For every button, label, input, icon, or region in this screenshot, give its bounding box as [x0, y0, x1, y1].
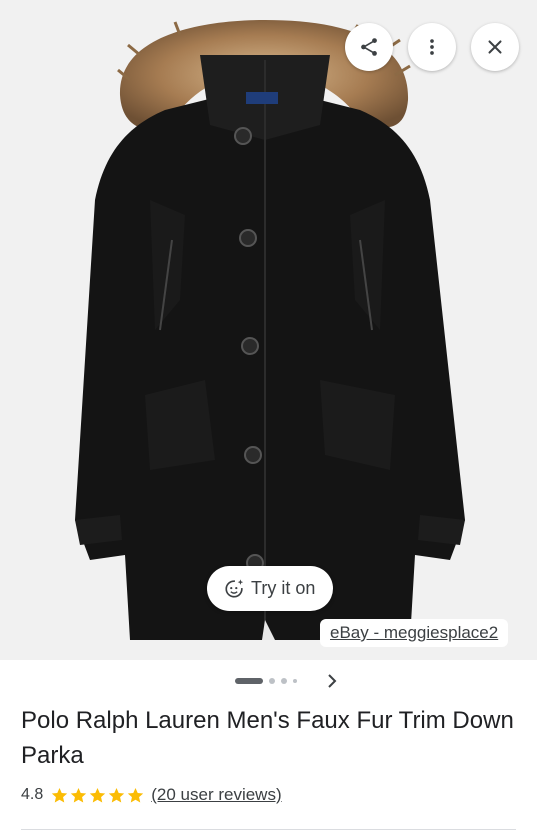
face-sparkle-icon — [225, 578, 244, 598]
carousel-indicator — [235, 677, 303, 685]
user-reviews-link[interactable]: (20 user reviews) — [151, 785, 281, 805]
rating-row: 4.8 (20 user reviews) — [21, 783, 282, 807]
rating-value: 4.8 — [21, 786, 44, 803]
star-icon — [128, 787, 144, 802]
try-it-on-button[interactable]: Try it on — [207, 566, 333, 611]
star-icon — [90, 787, 106, 802]
carousel-dot[interactable] — [293, 679, 297, 683]
carousel-dot-active[interactable] — [235, 678, 263, 684]
product-image-area[interactable]: Try it on eBay - meggiesplace2 — [0, 0, 537, 660]
close-button[interactable] — [471, 23, 519, 71]
close-icon — [488, 40, 502, 54]
try-it-on-label: Try it on — [251, 578, 316, 598]
carousel-dot[interactable] — [269, 678, 275, 684]
star-icon — [71, 787, 87, 802]
carousel-dot[interactable] — [281, 678, 287, 684]
star-icon — [109, 787, 125, 802]
chevron-right-icon[interactable] — [322, 671, 342, 691]
share-button[interactable] — [345, 23, 393, 71]
product-title: Polo Ralph Lauren Men's Faux Fur Trim Do… — [21, 707, 514, 769]
star-rating — [50, 786, 145, 805]
more-options-button[interactable] — [408, 23, 456, 71]
divider — [21, 829, 516, 830]
source-link[interactable]: eBay - meggiesplace2 — [320, 619, 509, 647]
star-icon — [52, 787, 68, 802]
share-icon — [361, 38, 377, 56]
more-vert-icon — [430, 39, 434, 55]
product-image — [75, 20, 465, 640]
